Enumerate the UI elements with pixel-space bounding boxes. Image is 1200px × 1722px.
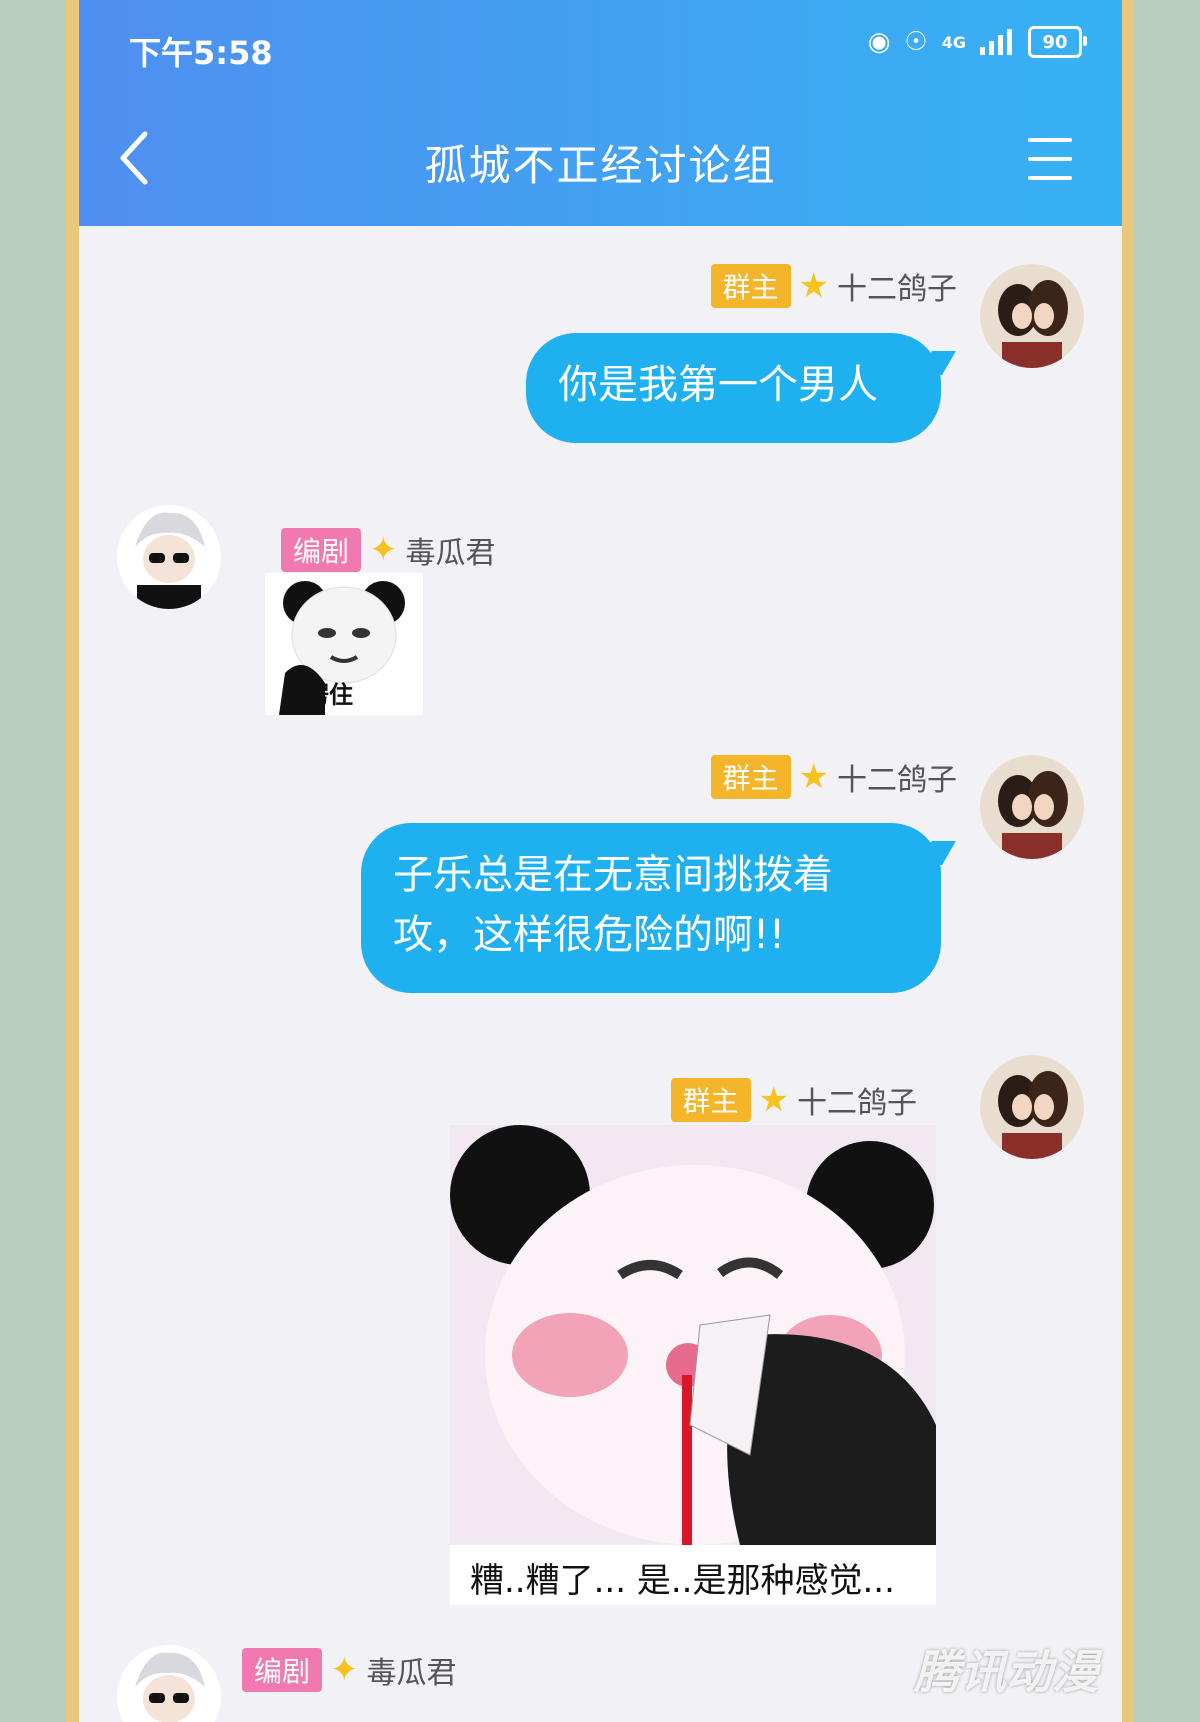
sender-name: 十二鸽子: [837, 763, 957, 798]
message-bubble[interactable]: 你是我第一个男人: [526, 333, 941, 443]
message-text: 你是我第一个男人: [558, 362, 878, 408]
avatar-portrait-icon: [980, 755, 1084, 859]
sender-name: 毒瓜君: [366, 1656, 457, 1691]
sender-name: 毒瓜君: [405, 536, 496, 571]
message-bubble[interactable]: 子乐总是在无意间挑拨着 攻，这样很危险的啊!!: [361, 823, 941, 993]
message-text-line: 攻，这样很危险的啊!!: [393, 912, 786, 958]
panda-sticker[interactable]: 糟..糟了... 是..是那种感觉...: [450, 1125, 936, 1605]
avatar-portrait-icon: [117, 1645, 221, 1722]
watermark-logo: 腾讯动漫: [914, 1645, 1098, 1699]
star-icon: ✦: [330, 1650, 359, 1690]
role-badge: 编剧: [242, 1648, 323, 1692]
panda-meme-icon: [450, 1125, 936, 1545]
sender-avatar[interactable]: [117, 1645, 221, 1722]
avatar-portrait-icon: [117, 505, 221, 609]
star-icon: ★: [758, 1080, 789, 1120]
signal-icon: [980, 29, 1012, 55]
sender-avatar[interactable]: [117, 505, 221, 609]
battery-icon: 90: [1028, 26, 1087, 58]
network-label: 4G: [941, 32, 966, 52]
avatar-portrait-icon: [980, 264, 1084, 368]
star-icon: ✦: [369, 530, 398, 570]
menu-icon[interactable]: [1028, 138, 1072, 180]
message-5-meta: 编剧 ✦ 毒瓜君: [242, 1648, 457, 1692]
sender-avatar[interactable]: [980, 1055, 1084, 1159]
chat-header: 下午5:58 ◉ ☉ 4G 90 孤城不正经讨论组: [79, 0, 1122, 226]
chat-title: 孤城不正经讨论组: [424, 141, 777, 190]
sender-name: 十二鸽子: [837, 272, 957, 307]
sender-avatar[interactable]: [980, 264, 1084, 368]
role-badge: 群主: [670, 1078, 751, 1122]
star-icon: ★: [798, 757, 829, 797]
star-icon: ★: [798, 266, 829, 306]
message-4-meta: 群主 ★ 十二鸽子: [670, 1078, 917, 1122]
message-2-meta: 编剧 ✦ 毒瓜君: [281, 528, 496, 572]
sender-avatar[interactable]: [980, 755, 1084, 859]
role-badge: 群主: [710, 264, 791, 308]
chat-screen: 下午5:58 ◉ ☉ 4G 90 孤城不正经讨论组 群主 ★ 十二鸽子 你是我第…: [79, 0, 1122, 1722]
message-1-meta: 群主 ★ 十二鸽子: [710, 264, 957, 308]
sticker-caption: 愣住: [305, 681, 353, 709]
pet-icon: ◉: [867, 27, 891, 57]
role-badge: 群主: [710, 755, 791, 799]
status-time: 下午5:58: [129, 34, 273, 72]
message-text-line: 子乐总是在无意间挑拨着: [393, 852, 833, 898]
battery-level: 90: [1042, 31, 1068, 53]
sticker-caption: 糟..糟了... 是..是那种感觉...: [470, 1561, 895, 1601]
status-icons: ◉ ☉ 4G 90: [867, 26, 1087, 58]
role-badge: 编剧: [281, 528, 362, 572]
nfc-icon: ☉: [904, 27, 928, 57]
avatar-portrait-icon: [980, 1055, 1084, 1159]
panda-sticker[interactable]: 愣住: [265, 573, 423, 715]
sender-name: 十二鸽子: [797, 1086, 917, 1121]
message-3-meta: 群主 ★ 十二鸽子: [710, 755, 957, 799]
